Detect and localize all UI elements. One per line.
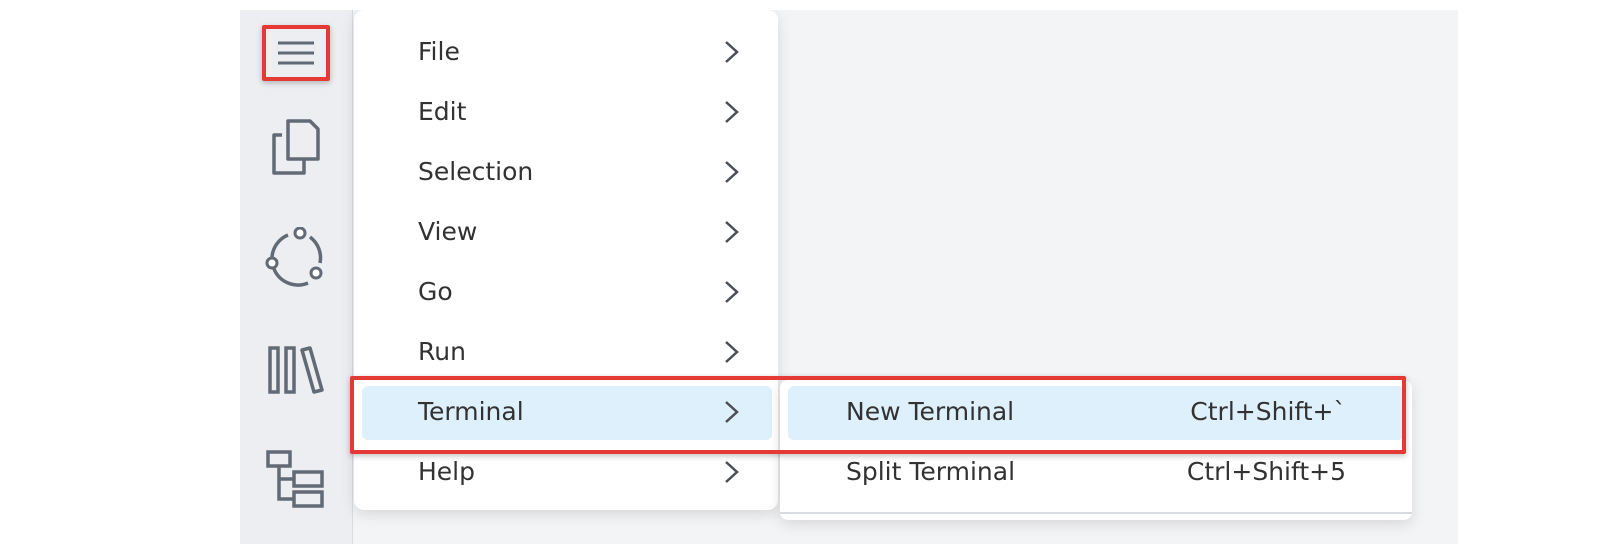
explorer-button[interactable] — [240, 107, 352, 187]
outline-button[interactable] — [240, 440, 352, 520]
chevron-right-icon — [725, 41, 739, 63]
chevron-right-icon — [725, 461, 739, 483]
hierarchy-icon — [266, 450, 324, 508]
menu-item-label: View — [418, 217, 478, 246]
menu-toggle-highlight — [262, 25, 330, 81]
chevron-right-icon — [725, 281, 739, 303]
menu-item-view[interactable]: View — [354, 202, 778, 262]
menu-item-go[interactable]: Go — [354, 262, 778, 322]
menu-item-label: Help — [418, 457, 475, 486]
menu-item-label: File — [418, 37, 460, 66]
main-menu: File Edit Selection View Go Run Terminal — [354, 10, 778, 510]
submenu-item-label: Split Terminal — [846, 457, 1016, 486]
chevron-right-icon — [725, 161, 739, 183]
source-control-icon — [265, 227, 323, 287]
chevron-right-icon — [725, 401, 739, 423]
chevron-right-icon — [725, 341, 739, 363]
terminal-submenu: New Terminal Ctrl+Shift+` Split Terminal… — [780, 380, 1412, 520]
submenu-item-split-terminal[interactable]: Split Terminal Ctrl+Shift+5 — [780, 442, 1412, 502]
menu-item-label: Edit — [418, 97, 467, 126]
menu-divider — [780, 512, 1412, 514]
menu-item-label: Selection — [418, 157, 534, 186]
menu-item-label: Go — [418, 277, 453, 306]
chevron-right-icon — [725, 101, 739, 123]
menu-item-label: Run — [418, 337, 466, 366]
menu-item-selection[interactable]: Selection — [354, 142, 778, 202]
menu-item-file[interactable]: File — [354, 22, 778, 82]
activity-bar — [240, 10, 353, 544]
source-control-button[interactable] — [240, 219, 352, 299]
menu-item-terminal[interactable]: Terminal — [354, 382, 778, 442]
menu-item-edit[interactable]: Edit — [354, 82, 778, 142]
menu-item-run[interactable]: Run — [354, 322, 778, 382]
app-window: File Edit Selection View Go Run Terminal — [240, 10, 1458, 544]
submenu-item-label: New Terminal — [846, 397, 1015, 426]
menu-item-help[interactable]: Help — [354, 442, 778, 502]
library-button[interactable] — [240, 330, 352, 410]
chevron-right-icon — [725, 221, 739, 243]
keyboard-shortcut: Ctrl+Shift+` — [1190, 397, 1346, 426]
library-icon — [268, 346, 324, 394]
menu-item-label: Terminal — [418, 397, 524, 426]
keyboard-shortcut: Ctrl+Shift+5 — [1186, 457, 1346, 486]
submenu-item-new-terminal[interactable]: New Terminal Ctrl+Shift+` — [780, 382, 1412, 442]
files-icon — [272, 119, 320, 175]
